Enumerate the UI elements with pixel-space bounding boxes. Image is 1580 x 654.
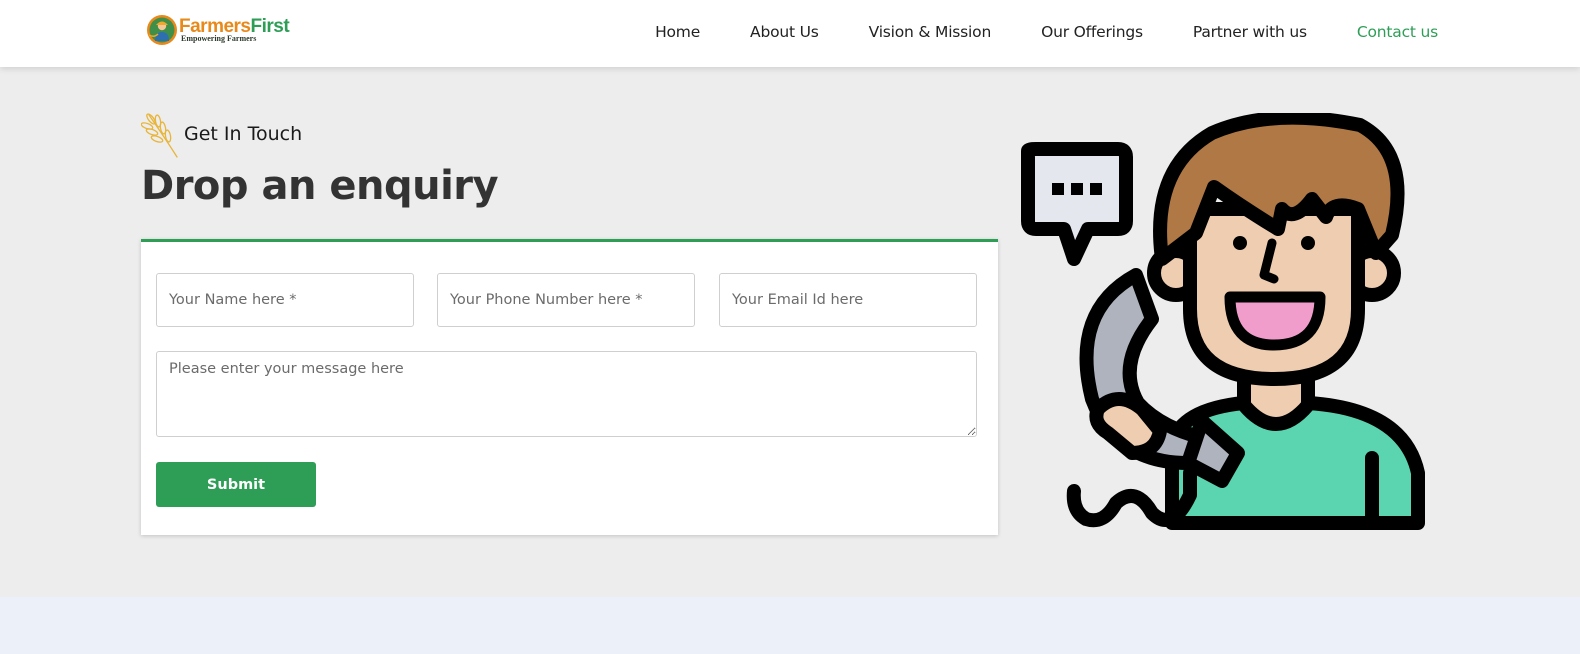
nav-item-vision-mission[interactable]: Vision & Mission bbox=[869, 23, 992, 41]
page-title: Drop an enquiry bbox=[141, 163, 499, 209]
nav-item-contact-us[interactable]: Contact us bbox=[1357, 23, 1438, 41]
nav-item-our-offerings[interactable]: Our Offerings bbox=[1041, 23, 1143, 41]
nav-item-home[interactable]: Home bbox=[655, 23, 700, 41]
nav-item-partner-with-us[interactable]: Partner with us bbox=[1193, 23, 1307, 41]
wheat-icon bbox=[141, 113, 178, 158]
nav-item-about-us[interactable]: About Us bbox=[750, 23, 819, 41]
logo[interactable]: FarmersFirst Empowering Farmers bbox=[146, 14, 290, 46]
section-label-text: Get In Touch bbox=[184, 123, 303, 145]
customer-support-phone-icon bbox=[1021, 113, 1425, 530]
farmer-logo-icon bbox=[147, 15, 177, 45]
name-field[interactable] bbox=[156, 273, 414, 327]
submit-button[interactable]: Submit bbox=[156, 462, 316, 507]
enquiry-form: Submit bbox=[141, 239, 998, 535]
site-header: FarmersFirst Empowering Farmers Home Abo… bbox=[0, 0, 1580, 67]
email-field[interactable] bbox=[719, 273, 977, 327]
message-field[interactable] bbox=[156, 351, 977, 437]
phone-field[interactable] bbox=[437, 273, 695, 327]
main-nav: Home About Us Vision & Mission Our Offer… bbox=[605, 0, 1438, 64]
section-label: Get In Touch bbox=[141, 111, 302, 159]
footer-band bbox=[0, 597, 1580, 654]
